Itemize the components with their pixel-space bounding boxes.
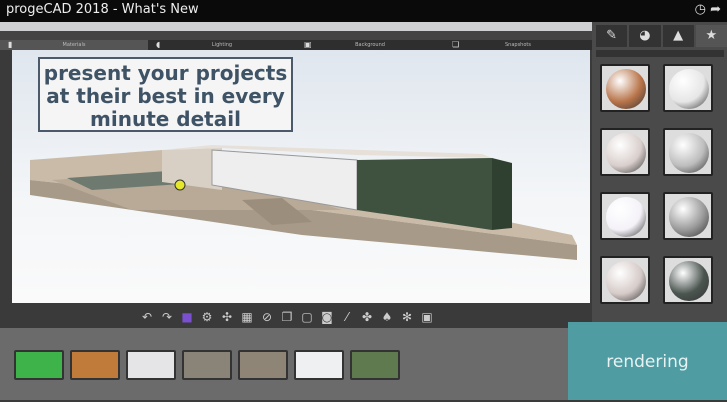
undo-icon[interactable]: ↶ <box>140 310 154 324</box>
tab-lighting[interactable]: ◖ Lighting <box>148 40 296 50</box>
render-tabs: ▮ Materials ◖ Lighting ▣ Background ❏ Snapsh… <box>0 40 592 50</box>
clock-icon[interactable]: ◷ <box>695 2 706 17</box>
copy-icon[interactable]: ❐ <box>280 310 294 324</box>
snapshot-thumbnail[interactable] <box>294 350 344 380</box>
material-swatch[interactable] <box>663 256 713 304</box>
snapshots-icon: ❏ <box>452 40 460 49</box>
material-swatch[interactable] <box>600 192 650 240</box>
library-tabs: ✎ ◕ ▲ ★ <box>596 25 727 47</box>
tab-snapshots[interactable]: ❏ Snapshots <box>444 40 592 50</box>
material-swatch[interactable] <box>663 192 713 240</box>
material-grid <box>600 64 718 304</box>
material-sphere <box>606 133 646 173</box>
tab-label: Lighting <box>211 42 233 48</box>
snapshot-thumbnail[interactable] <box>14 350 64 380</box>
camera-icon[interactable]: ◙ <box>320 310 334 324</box>
material-sphere <box>669 133 709 173</box>
materials-icon: ▮ <box>8 40 13 49</box>
tab-label: Materials <box>62 42 86 48</box>
eyedropper-icon[interactable]: ⁄ <box>340 310 354 324</box>
material-sphere <box>669 197 709 237</box>
rendering-badge: rendering <box>568 322 727 400</box>
video-title: progeCAD 2018 - What's New <box>0 0 727 22</box>
caption-line: present your projects <box>43 61 288 85</box>
environment-icon[interactable]: ◕ <box>629 25 661 47</box>
render-icon[interactable]: ⚙ <box>200 310 214 324</box>
tab-label: Background <box>355 42 385 48</box>
caption-line: at their best in every <box>46 84 285 108</box>
share-icon[interactable]: ➦ <box>710 2 721 17</box>
spot-icon[interactable]: ♠ <box>380 310 394 324</box>
render-toolbar: ↶ ↷ ■ ⚙ ✣ ▦ ⊘ ❐ ▢ ◙ ⁄ ✤ ♠ ✻ ▣ <box>140 307 460 327</box>
material-paint-icon[interactable]: ■ <box>180 310 194 324</box>
snapshot-thumbnail[interactable] <box>70 350 120 380</box>
material-swatch[interactable] <box>600 64 650 112</box>
star-icon[interactable]: ★ <box>695 25 727 47</box>
page-icon[interactable]: ▢ <box>300 310 314 324</box>
library-filter-dropdown[interactable] <box>596 50 724 57</box>
redo-icon[interactable]: ↷ <box>160 310 174 324</box>
snapshot-thumbnail[interactable] <box>182 350 232 380</box>
material-swatch[interactable] <box>663 128 713 176</box>
snapshot-icon[interactable]: ▣ <box>420 310 434 324</box>
snapshot-thumbnail[interactable] <box>126 350 176 380</box>
tab-materials[interactable]: ▮ Materials <box>0 40 148 50</box>
light-icon[interactable]: ✤ <box>360 310 374 324</box>
lighting-icon: ◖ <box>156 40 161 49</box>
grid-icon[interactable]: ✣ <box>220 310 234 324</box>
material-swatch[interactable] <box>663 64 713 112</box>
brush-icon[interactable]: ✎ <box>596 25 628 47</box>
material-sphere <box>606 197 646 237</box>
caption-bubble: present your projects at their best in e… <box>38 57 293 132</box>
material-swatch[interactable] <box>600 256 650 304</box>
tiles-icon[interactable]: ▦ <box>240 310 254 324</box>
background-icon: ▣ <box>304 40 312 49</box>
material-sphere <box>669 261 709 301</box>
material-sphere <box>606 69 646 109</box>
material-sphere <box>669 69 709 109</box>
video-actions: ◷ ➦ <box>695 2 721 17</box>
snapshot-thumbnail[interactable] <box>238 350 288 380</box>
clear-icon[interactable]: ⊘ <box>260 310 274 324</box>
material-swatch[interactable] <box>600 128 650 176</box>
snapshot-thumbnails <box>14 350 400 380</box>
snapshot-thumbnail[interactable] <box>350 350 400 380</box>
sun-icon[interactable]: ✻ <box>400 310 414 324</box>
material-sphere <box>606 261 646 301</box>
caption-line: minute detail <box>90 107 241 131</box>
mountain-icon[interactable]: ▲ <box>662 25 694 47</box>
tab-background[interactable]: ▣ Background <box>296 40 444 50</box>
tab-label: Snapshots <box>505 42 531 48</box>
